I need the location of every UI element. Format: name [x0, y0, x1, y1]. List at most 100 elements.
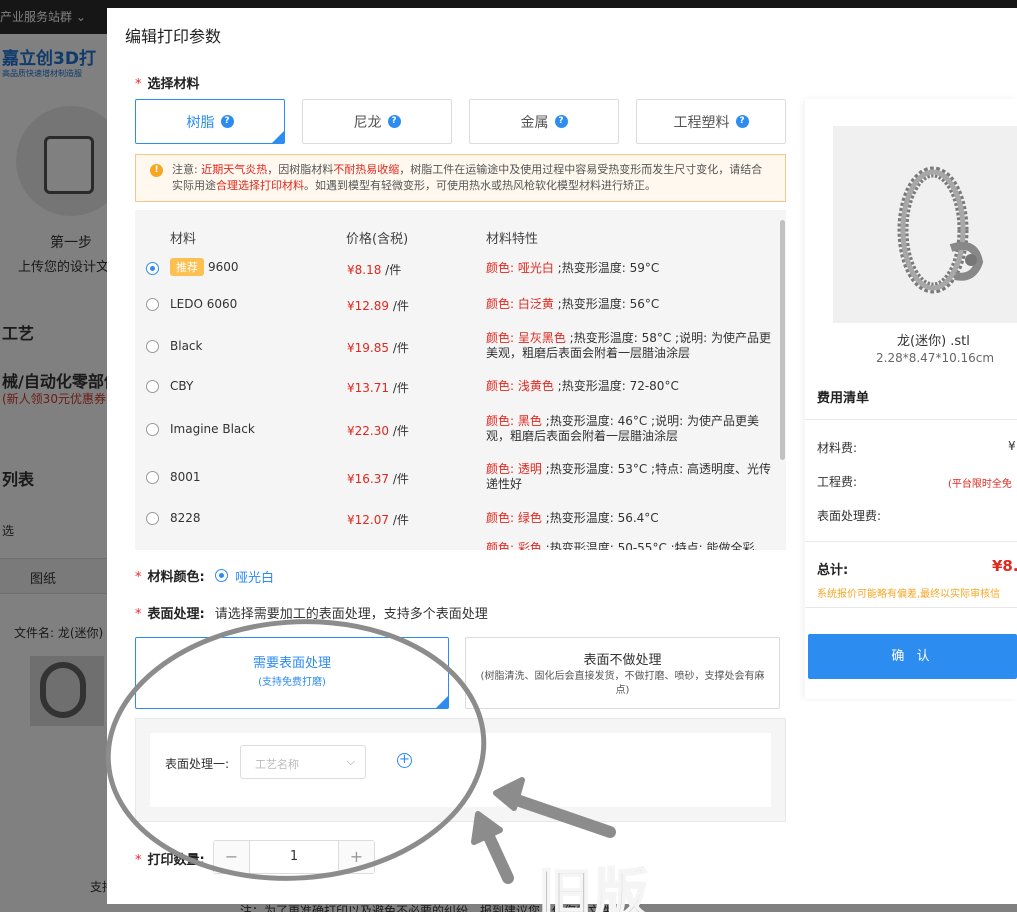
section-heading-craft: 工艺 — [2, 324, 35, 343]
heat-warning-notice: ! 注意: 近期天气炎热，因树脂材料不耐热易收缩，树脂工件在运输途中及使用过程中… — [135, 154, 786, 202]
bg-model-shape — [40, 662, 86, 718]
tab-resin[interactable]: 树脂? — [135, 99, 285, 144]
material-props: 颜色: 浅黄色 ;热变形温度: 72-80°C — [486, 379, 679, 393]
dragon-model-image — [897, 166, 984, 294]
tab-engineering-plastic[interactable]: 工程塑料? — [636, 99, 786, 144]
quantity-stepper: − 1 + — [213, 840, 375, 874]
material-fee-value: ¥ — [1008, 439, 1016, 453]
modal-title: 编辑打印参数 — [125, 27, 222, 46]
material-price: ¥12.89 /件 — [347, 299, 409, 313]
model-preview[interactable] — [833, 126, 1017, 323]
selected-corner — [436, 696, 448, 708]
model-file-name: 龙(迷你) .stl — [897, 334, 970, 349]
material-name: Black — [170, 339, 203, 353]
warning-icon: ! — [150, 164, 163, 177]
surface-treatment-item: 表面处理一: 工艺名称 ⌵ + — [150, 733, 771, 807]
material-price: ¥16.37 /件 — [347, 472, 409, 486]
color-radio[interactable] — [215, 569, 228, 582]
material-radio[interactable] — [146, 298, 159, 311]
header-properties: 材料特性 — [486, 232, 539, 247]
material-price: ¥8.18 /件 — [347, 263, 402, 277]
promo-text: (新人领30元优惠券 — [2, 392, 106, 406]
old-version-label: 旧版 — [537, 862, 650, 912]
header-price: 价格(含税) — [346, 232, 409, 247]
material-radio[interactable] — [146, 512, 159, 525]
total-label: 总计: — [817, 563, 849, 578]
option-title: 需要表面处理 — [252, 656, 331, 671]
tab-nylon[interactable]: 尼龙? — [302, 99, 452, 144]
material-price: ¥13.71 /件 — [347, 381, 409, 395]
total-value: ¥8. — [992, 557, 1017, 575]
nav-menu[interactable]: 产业服务站群 ⌄ — [0, 8, 86, 25]
material-name: 8001 — [170, 470, 201, 484]
help-icon[interactable]: ? — [387, 115, 401, 128]
help-icon[interactable]: ? — [554, 115, 568, 128]
material-props: 颜色: 哑光白 ;热变形温度: 59°C — [486, 261, 660, 275]
section-heading-list: 列表 — [2, 470, 35, 489]
selected-corner — [272, 131, 284, 143]
divider — [805, 419, 1017, 420]
site-logo[interactable]: 嘉立创3D打 — [2, 44, 96, 69]
material-props: 颜色: 黑色 ;热变形温度: 46°C ;说明: 为使产品更美观，粗磨后表面会附… — [486, 414, 759, 443]
material-props: 颜色: 透明 ;热变形温度: 53°C ;特点: 高透明度、光传递性好 — [486, 462, 771, 491]
material-name: 8228 — [170, 511, 201, 525]
surface-item-label: 表面处理一: — [165, 757, 230, 771]
material-table-scrollbar[interactable] — [780, 220, 785, 460]
material-props: 颜色: 呈灰黑色 ;热变形温度: 58°C ;说明: 为使产品更美观，粗磨后表面… — [486, 331, 771, 360]
order-summary-panel: 龙(迷你) .stl 2.28*8.47*10.16cm 费用清单 材料费: ¥… — [805, 99, 1017, 699]
print-quantity-label: * 打印数量: — [135, 853, 205, 868]
craft-fee-value: (平台限时全免 — [948, 479, 1012, 490]
material-props: 颜色: 彩色 ;热变形温度: 50-55°C ;特点: 能做全彩、透 — [486, 541, 767, 550]
material-price: ¥22.30 /件 — [347, 424, 409, 438]
material-radio[interactable] — [146, 340, 159, 353]
material-radio[interactable] — [146, 262, 159, 275]
material-name: Imagine Black — [170, 422, 255, 436]
site-slogan: 高品质快速增材制造服 — [2, 69, 82, 78]
select-material-label: * 选择材料 — [135, 77, 200, 92]
tab-metal[interactable]: 金属? — [469, 99, 619, 144]
no-surface-treatment-option[interactable]: 表面不做处理 (树脂清洗、固化后会直接发货，不做打磨、喷砂，支撑处会有麻点) — [465, 637, 780, 709]
chevron-down-icon: ⌵ — [346, 755, 355, 768]
model-dimensions: 2.28*8.47*10.16cm — [876, 351, 995, 365]
option-title: 表面不做处理 — [583, 653, 662, 668]
tab-drawing[interactable]: 图纸 — [30, 568, 56, 587]
option-subtitle: (支持免费打磨) — [258, 677, 326, 688]
header-material: 材料 — [170, 232, 197, 247]
price-disclaimer: 系统报价可能略有偏差,最终以实际审核信 — [817, 589, 1001, 600]
material-radio[interactable] — [146, 423, 159, 436]
quantity-input[interactable]: 1 — [250, 849, 338, 864]
surface-fee-label: 表面处理费: — [817, 509, 882, 523]
material-name: CBY — [170, 379, 194, 393]
material-name: LEDO 6060 — [170, 297, 238, 311]
recommend-badge: 推荐 — [170, 258, 204, 276]
material-color-value[interactable]: 哑光白 — [235, 567, 274, 586]
craft-fee-label: 工程费: — [817, 475, 858, 489]
help-icon[interactable]: ? — [735, 115, 749, 128]
material-radio[interactable] — [146, 471, 159, 484]
confirm-button[interactable]: 确 认 — [808, 634, 1017, 679]
option-subtitle: (树脂清洗、固化后会直接发货，不做打磨、喷砂，支撑处会有麻点) — [480, 671, 765, 696]
add-surface-treatment-icon[interactable]: + — [397, 753, 412, 768]
section-heading-parts: 械/自动化零部件 — [2, 372, 120, 391]
material-radio[interactable] — [146, 380, 159, 393]
help-icon[interactable]: ? — [220, 115, 234, 128]
material-name: 推荐 9600 — [170, 258, 239, 276]
increase-button[interactable]: + — [338, 841, 374, 873]
divider — [805, 607, 1017, 608]
craft-name-select[interactable]: 工艺名称 ⌵ — [240, 745, 366, 779]
upload-file-icon — [44, 136, 94, 194]
surface-treatment-label: * 表面处理: 请选择需要加工的表面处理，支持多个表面处理 — [135, 607, 488, 622]
surface-treatment-panel: 表面处理一: 工艺名称 ⌵ + — [135, 718, 786, 822]
step-title: 第一步 — [50, 235, 92, 251]
edit-print-params-modal: 编辑打印参数 * 选择材料 树脂? 尼龙? 金属? 工程塑料? ! 注意: 近期天… — [107, 8, 1017, 904]
material-props: 颜色: 绿色 ;热变形温度: 56.4°C — [486, 511, 659, 525]
decrease-button[interactable]: − — [214, 841, 250, 873]
material-fee-label: 材料费: — [817, 441, 858, 455]
select-text: 选 — [2, 524, 15, 538]
material-props: 颜色: 白泛黄 ;热变形温度: 56°C — [486, 297, 660, 311]
step-description: 上传您的设计文 — [18, 260, 110, 275]
material-table: 材料 价格(含税) 材料特性 推荐 9600 ¥8.18 /件 颜色: 哑光白 ;… — [135, 210, 786, 550]
need-surface-treatment-option[interactable]: 需要表面处理 (支持免费打磨) — [135, 637, 449, 709]
material-price: ¥19.85 /件 — [347, 341, 409, 355]
fee-list-title: 费用清单 — [817, 391, 870, 406]
